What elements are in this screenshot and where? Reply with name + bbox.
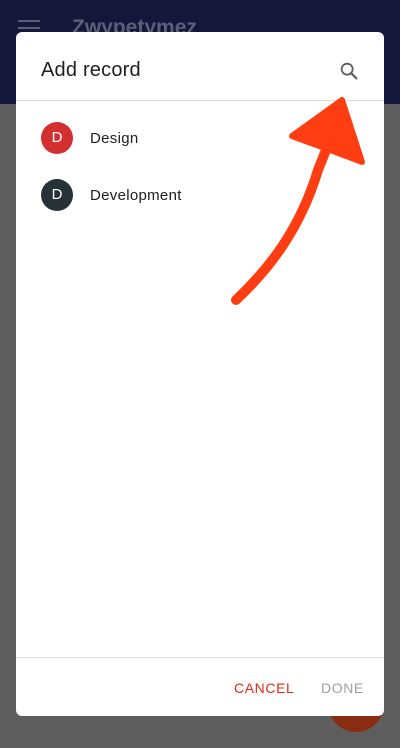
avatar: D [41, 122, 73, 154]
avatar: D [41, 179, 73, 211]
done-button[interactable]: DONE [321, 680, 364, 696]
dialog-footer: CANCEL DONE [16, 657, 384, 716]
record-list: D Design D Development [16, 102, 384, 216]
list-item-development[interactable]: D Development [16, 159, 384, 216]
dialog-title: Add record [41, 59, 141, 81]
list-item-label: Development [90, 187, 182, 204]
list-item-label: Design [90, 130, 139, 147]
cancel-button[interactable]: CANCEL [234, 680, 294, 696]
dialog-header: Add record [16, 32, 384, 101]
list-item-design[interactable]: D Design [16, 102, 384, 159]
search-icon[interactable] [338, 60, 360, 82]
add-record-dialog: Add record D Design D Development CANCEL… [16, 32, 384, 716]
